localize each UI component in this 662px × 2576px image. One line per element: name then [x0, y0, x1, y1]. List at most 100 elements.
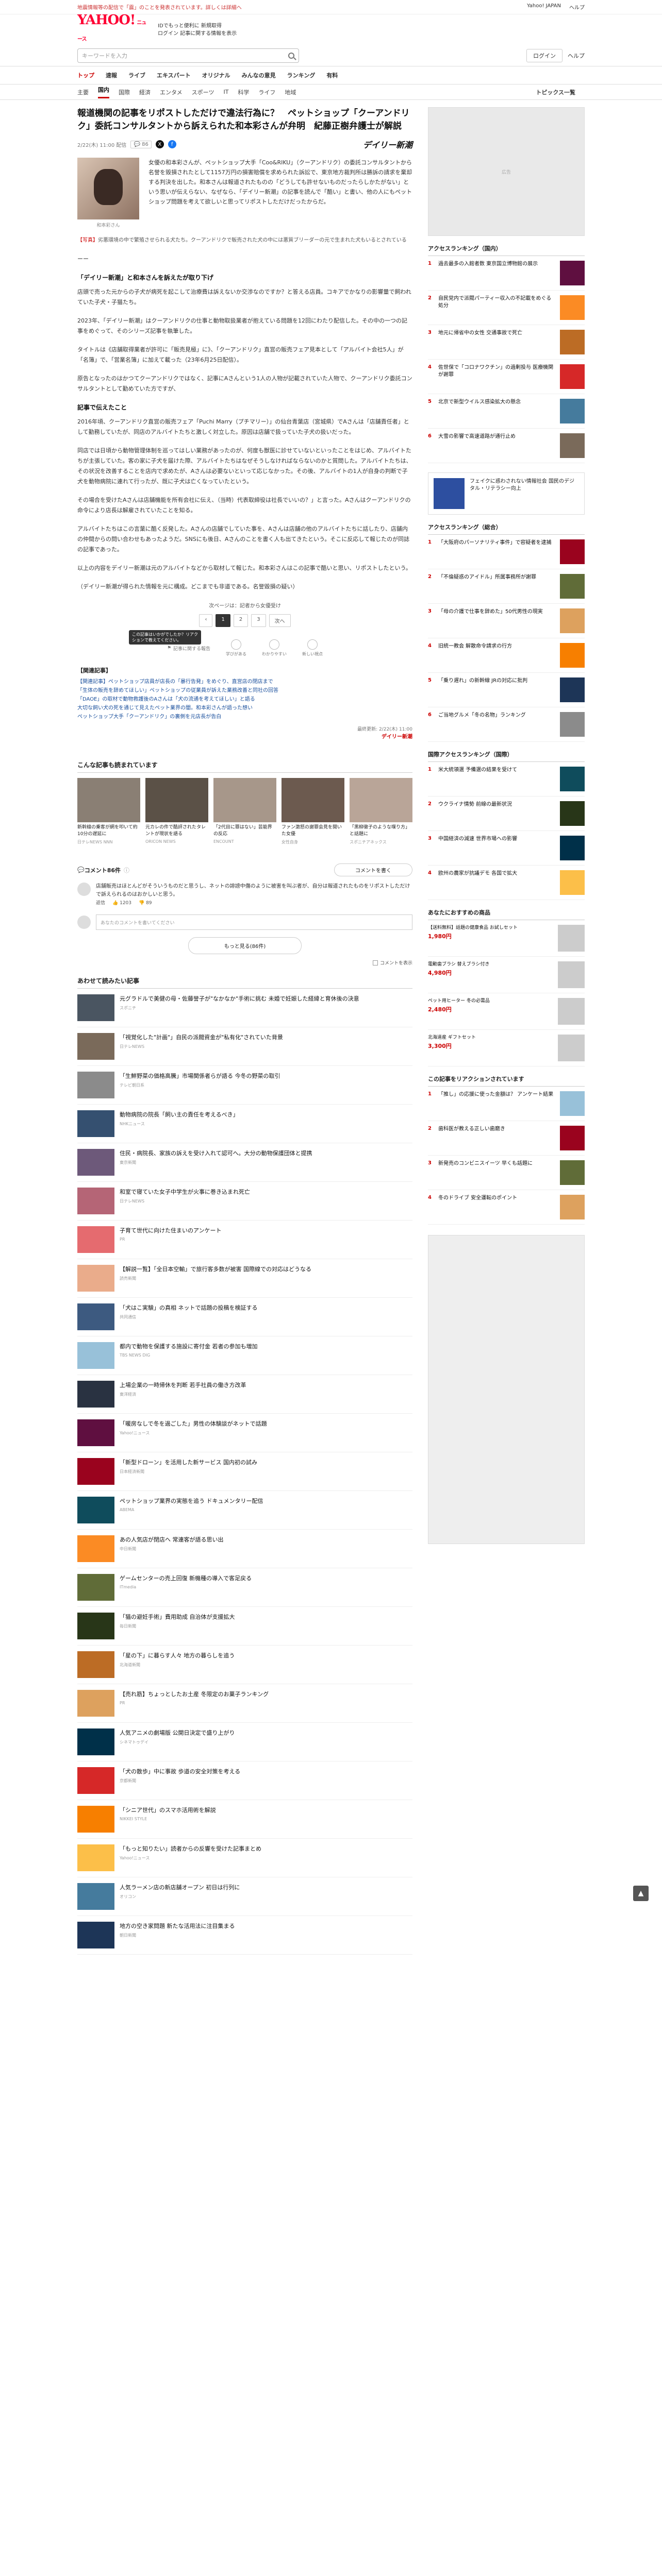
- recommended-item[interactable]: 「新型ドローン」を活用した新サービス 国内初の試み 日本経済新聞: [77, 1452, 412, 1491]
- recommended-item[interactable]: あの人気店が閉店へ 常連客が語る思い出 中日新聞: [77, 1530, 412, 1568]
- recommended-item[interactable]: ペットショップ業界の実態を追う ドキュメンタリー配信 ABEMA: [77, 1491, 412, 1530]
- recommended-item[interactable]: 動物病院の院長「飼い主の責任を考えるべき」 NHKニュース: [77, 1105, 412, 1143]
- comment-input[interactable]: あなたのコメントを書いてください: [96, 914, 412, 930]
- pick-item[interactable]: ファン激怒の謝罪会見を開いた女優 女性自身: [282, 778, 344, 845]
- ranking-item[interactable]: 2 歯科医が教える正しい歯磨き: [428, 1121, 585, 1156]
- pager-next[interactable]: 次へ: [269, 614, 291, 627]
- gnav-item[interactable]: 速報: [106, 71, 128, 79]
- recommended-item[interactable]: 住民・病院長、家族の訴えを受け入れて認可へ。大分の動物保護団体と提携 東京新聞: [77, 1143, 412, 1182]
- ranking-item[interactable]: 2 ウクライナ情勢 前線の最新状況: [428, 796, 585, 831]
- snav-item[interactable]: 国際: [119, 88, 130, 96]
- ranking-item[interactable]: 6 大雪の影響で高速道路が通行止め: [428, 429, 585, 463]
- show-comments-toggle[interactable]: コメントを表示: [77, 959, 412, 966]
- header-signup-text[interactable]: IDでもっと便利に 新規取得: [158, 22, 237, 30]
- pager-prev[interactable]: ‹: [199, 614, 213, 627]
- ranking-item[interactable]: 2 「不倫疑惑のアイドル」所属事務所が謝罪: [428, 569, 585, 604]
- reply-button[interactable]: 返信: [96, 899, 105, 907]
- shop-item[interactable]: 北海道産 ギフトセット 3,300円: [428, 1030, 585, 1066]
- help-button[interactable]: ヘルプ: [568, 52, 585, 60]
- gnav-item[interactable]: 有料: [326, 71, 349, 79]
- pick-item[interactable]: 「黒柳徹子のような喋り方」と話題に スポニチアネックス: [350, 778, 412, 845]
- checkbox[interactable]: [372, 960, 378, 965]
- ad-card[interactable]: フェイクに惑わされない情報社会 国民のデジタル・リテラシー向上: [428, 472, 585, 515]
- reaction-clear[interactable]: わかりやすい: [262, 639, 287, 657]
- ranking-item[interactable]: 1 米大統領選 予備選の結果を受けて: [428, 762, 585, 796]
- recommended-item[interactable]: 和室で寝ていた女子中学生が火事に巻き込まれ死亡 日テレNEWS: [77, 1182, 412, 1221]
- snav-item[interactable]: エンタメ: [160, 88, 183, 96]
- ranking-item[interactable]: 5 「乗り遅れ」の新幹線 JRの対応に批判: [428, 673, 585, 707]
- snav-item[interactable]: ライフ: [258, 88, 275, 96]
- more-comments-button[interactable]: もっと見る(86件): [188, 937, 302, 954]
- recommended-item[interactable]: 地方の空き家問題 新たな活用法に注目集まる 朝日新聞: [77, 1916, 412, 1955]
- ad-banner-tall[interactable]: [428, 1235, 585, 1544]
- recommended-item[interactable]: 都内で動物を保護する施設に寄付金 若者の参加も増加 TBS NEWS DIG: [77, 1336, 412, 1375]
- ranking-item[interactable]: 3 新発売のコンビニスイーツ 早くも話題に: [428, 1156, 585, 1190]
- related-link-item[interactable]: 大切な飼い犬の死を通じて見えたペット業界の闇。和本彩さんが語った想い: [77, 704, 412, 713]
- recommended-item[interactable]: 「星の下」に暮らす人々 地方の暮らしを追う 北海道新聞: [77, 1646, 412, 1684]
- photo-link-caption[interactable]: 【写真】劣悪環境の中で繁殖させられる犬たち。クーアンドリクで販売された犬の中には…: [77, 235, 412, 246]
- recommended-item[interactable]: 【売れ筋】ちょっとしたお土産 冬限定のお菓子ランキング PR: [77, 1684, 412, 1723]
- yahoo-news-logo[interactable]: YAHOO! ニュース: [77, 13, 150, 42]
- ranking-item[interactable]: 1 「大阪府のパーソナリティ事件」で容疑者を逮捕: [428, 535, 585, 569]
- recommended-item[interactable]: 人気ラーメン店の新店舗オープン 初日は行列に オリコン: [77, 1877, 412, 1916]
- search-icon[interactable]: [288, 53, 294, 59]
- snav-item[interactable]: 主要: [77, 88, 89, 96]
- ranking-item[interactable]: 4 欧州の農家が抗議デモ 各国で拡大: [428, 866, 585, 900]
- ad-banner[interactable]: 広告: [428, 107, 585, 236]
- all-topics-link[interactable]: トピックス一覧: [536, 88, 575, 96]
- ranking-item[interactable]: 4 旧統一教会 解散命令請求の行方: [428, 638, 585, 673]
- snav-item[interactable]: スポーツ: [192, 88, 214, 96]
- recommended-item[interactable]: 「猫の避妊手術」費用助成 自治体が支援拡大 毎日新聞: [77, 1607, 412, 1646]
- publisher-name[interactable]: デイリー新潮: [77, 732, 412, 740]
- search-input[interactable]: キーワードを入力: [77, 48, 299, 63]
- related-link-item[interactable]: 「生体の販売を辞めてほしい」ペットショップの従業員が訴えた業務改善と同社の回答: [77, 686, 412, 695]
- back-to-top-button[interactable]: ▲: [633, 1886, 649, 1901]
- recommended-item[interactable]: 「視覚化した"計画"」自民の派閥資金が"私有化"されていた背景 日テレNEWS: [77, 1027, 412, 1066]
- snav-item[interactable]: 経済: [139, 88, 151, 96]
- info-icon[interactable]: ⓘ: [124, 866, 129, 874]
- recommended-item[interactable]: 「犬はこ実験」の真相 ネットで話題の投稿を検証する 共同通信: [77, 1298, 412, 1336]
- gnav-item[interactable]: ライブ: [128, 71, 157, 79]
- ranking-item[interactable]: 5 北京で新型ウイルス感染拡大の懸念: [428, 394, 585, 429]
- ranking-item[interactable]: 4 佐世保で「コロナワクチン」の過剰投与 医療機関が謝罪: [428, 360, 585, 394]
- gnav-item[interactable]: みんなの意見: [242, 71, 287, 79]
- ranking-item[interactable]: 4 冬のドライブ 安全運転のポイント: [428, 1190, 585, 1225]
- shop-item[interactable]: 【送料無料】話題の健康食品 お試しセット 1,980円: [428, 920, 585, 957]
- gnav-item[interactable]: オリジナル: [202, 71, 242, 79]
- recommended-item[interactable]: 「シニア世代」のスマホ活用術を解説 NIKKEI STYLE: [77, 1800, 412, 1839]
- reaction-learn[interactable]: 学びがある: [226, 639, 246, 657]
- recommended-item[interactable]: 子育て世代に向けた住まいのアンケート PR: [77, 1221, 412, 1259]
- ranking-item[interactable]: 2 自民党内で派閥パーティー収入の不記載をめぐる処分: [428, 291, 585, 325]
- related-link-item[interactable]: 【関連記事】ペットショップ店員が店長の「暴行告発」をめぐり、直営店の閉店まで: [77, 677, 412, 686]
- gnav-item[interactable]: エキスパート: [157, 71, 202, 79]
- recommended-item[interactable]: 「生鮮野菜の価格高騰」市場関係者らが語る 今冬の野菜の取引 テレビ朝日系: [77, 1066, 412, 1105]
- facebook-share-icon[interactable]: f: [168, 140, 176, 148]
- recommended-item[interactable]: 「もっと知りたい」読者からの反響を受けた記事まとめ Yahoo!ニュース: [77, 1839, 412, 1877]
- snav-item[interactable]: IT: [223, 89, 228, 95]
- recommended-item[interactable]: 「犬の散歩」中に事故 歩道の安全対策を考える 京都新聞: [77, 1761, 412, 1800]
- ranking-item[interactable]: 3 中国経済の減速 世界市場への影響: [428, 831, 585, 866]
- ranking-item[interactable]: 3 地元に帰省中の女性 交通事故で死亡: [428, 325, 585, 360]
- recommended-item[interactable]: 上場企業の一時帰休を判断 若手社員の働き方改革 東洋経済: [77, 1375, 412, 1414]
- recommended-item[interactable]: 人気アニメの劇場版 公開日決定で盛り上がり シネマトゥデイ: [77, 1723, 412, 1761]
- upvote-count[interactable]: 👍 1203: [112, 899, 131, 907]
- gnav-item[interactable]: トップ: [77, 71, 106, 79]
- recommended-item[interactable]: 【解説一覧】「全日本空輸」で旅行客多数が被害 国際線での対応はどうなる 読売新聞: [77, 1259, 412, 1298]
- next-page-link[interactable]: 次ページは：記者から女優受け: [77, 601, 412, 609]
- related-link-item[interactable]: ペットショップ大手「クーアンドリク」の裏側を元店長が告白: [77, 713, 412, 721]
- shop-item[interactable]: ペット用ヒーター 冬の必需品 2,480円: [428, 993, 585, 1030]
- pager-page-1[interactable]: 1: [216, 614, 230, 627]
- snav-item[interactable]: 地域: [285, 88, 296, 96]
- shop-item[interactable]: 電動歯ブラシ 替えブラシ付き 4,980円: [428, 957, 585, 993]
- pick-item[interactable]: 元カレの件で酷評されたタレントが現状を語る ORICON NEWS: [145, 778, 208, 845]
- downvote-count[interactable]: 👎 89: [139, 899, 152, 907]
- snav-item[interactable]: 科学: [238, 88, 249, 96]
- write-comment-button[interactable]: コメントを書く: [334, 863, 412, 876]
- pager-page-2[interactable]: 2: [233, 614, 249, 627]
- login-button[interactable]: ログイン: [526, 49, 562, 62]
- recommended-item[interactable]: 「暖房なしで冬を過ごした」男性の体験談がネットで話題 Yahoo!ニュース: [77, 1414, 412, 1452]
- recommended-item[interactable]: ゲームセンターの売上回復 新機種の導入で客足戻る ITmedia: [77, 1568, 412, 1607]
- article-photo[interactable]: [77, 158, 139, 219]
- ranking-item[interactable]: 1 過去最多の入館者数 東京国立博物館の展示: [428, 256, 585, 291]
- header-login-text[interactable]: ログイン 記事に関する情報を表示: [158, 30, 237, 38]
